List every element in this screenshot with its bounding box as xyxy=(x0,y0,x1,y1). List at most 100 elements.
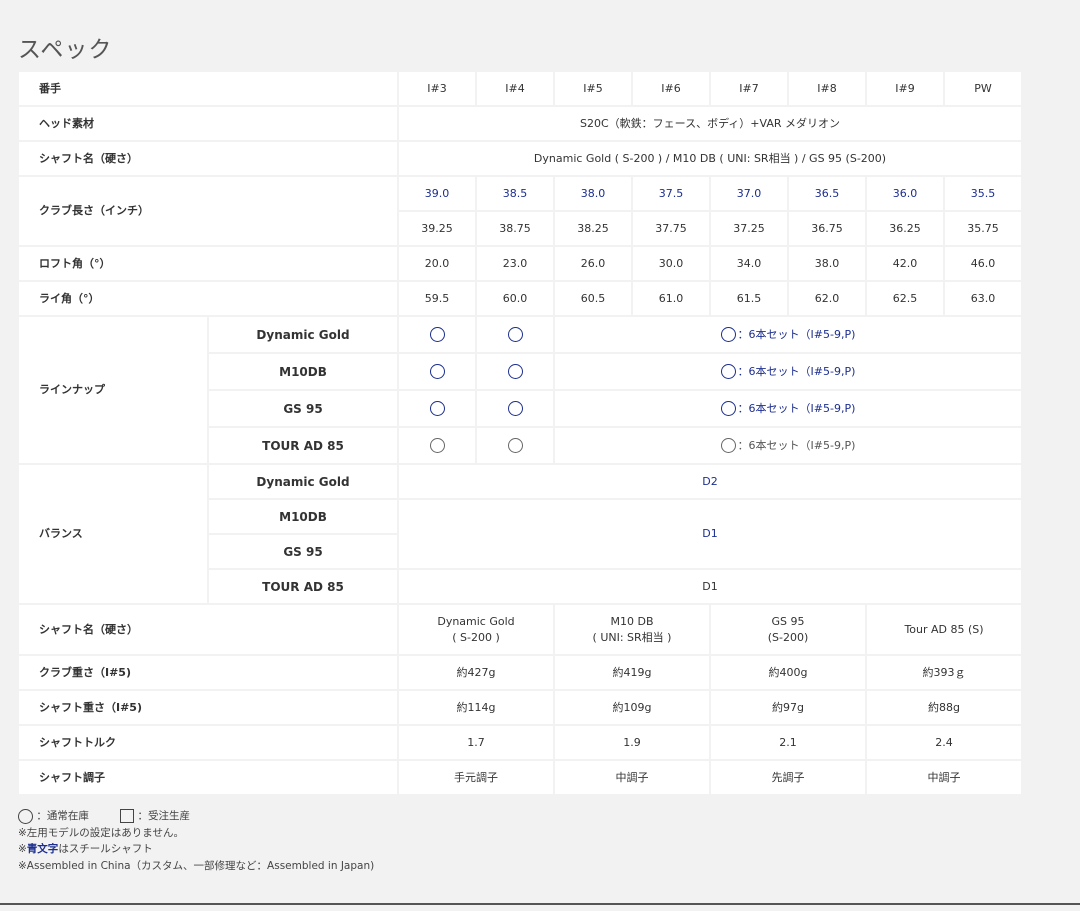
stock-cell xyxy=(399,391,475,426)
shaft-spec-name-label: シャフト名（硬さ） xyxy=(19,605,397,654)
torque-cell: 1.7 xyxy=(399,726,553,759)
stock-circle-icon xyxy=(429,401,445,416)
stock-circle-icon xyxy=(720,364,736,379)
length-steel-cell: 36.5 xyxy=(789,177,865,210)
set-cell: ：6本セット（I#5-9,P) xyxy=(555,428,1021,463)
legend-note: ※Assembled in China（カスタム、一部修理など：Assemble… xyxy=(18,859,375,872)
stock-cell xyxy=(477,391,553,426)
row-shaft-name-top: シャフト名（硬さ） Dynamic Gold ( S-200 ) / M10 D… xyxy=(19,142,1021,175)
shaft-name-line: GS 95 xyxy=(771,614,805,628)
torque-label: シャフトトルク xyxy=(19,726,397,759)
number-cell: I#8 xyxy=(789,72,865,105)
balance-value: D1 xyxy=(399,500,1021,568)
balance-value: D1 xyxy=(399,570,1021,603)
stock-circle-icon xyxy=(18,808,33,824)
divider xyxy=(0,903,1080,905)
row-torque: シャフトトルク 1.7 1.9 2.1 2.4 xyxy=(19,726,1021,759)
length-carbon-cell: 35.75 xyxy=(945,212,1021,245)
set-text: ：6本セット（I#5-9,P) xyxy=(737,438,856,452)
row-shaft-names: シャフト名（硬さ） Dynamic Gold ( S-200 ) M10 DB ( … xyxy=(19,605,1021,654)
stock-circle-icon xyxy=(720,438,736,453)
loft-label: ロフト角（°） xyxy=(19,247,397,280)
loft-cell: 42.0 xyxy=(867,247,943,280)
length-carbon-cell: 37.75 xyxy=(633,212,709,245)
loft-cell: 20.0 xyxy=(399,247,475,280)
legend: ：通常在庫 ：受注生産 ※左用モデルの設定はありません。 ※青文字はスチールシャ… xyxy=(18,808,374,874)
balance-label: バランス xyxy=(19,465,207,603)
row-balance-dg: バランス Dynamic Gold D2 xyxy=(19,465,1021,603)
lineup-shaft-name: TOUR AD 85 xyxy=(209,428,397,463)
length-carbon-cell: 37.25 xyxy=(711,212,787,245)
shaft-flex-line: ( S-200 ) xyxy=(452,630,500,644)
row-number: 番手 I#3 I#4 I#5 I#6 I#7 I#8 I#9 PW xyxy=(19,72,1021,105)
stock-cell xyxy=(399,317,475,352)
shaft-name-cell: GS 95 (S-200) xyxy=(711,605,865,654)
length-steel-cell: 39.0 xyxy=(399,177,475,210)
loft-cell: 26.0 xyxy=(555,247,631,280)
shaft-name-cell: Dynamic Gold ( S-200 ) xyxy=(399,605,553,654)
stock-cell xyxy=(399,428,475,463)
length-carbon-cell: 36.25 xyxy=(867,212,943,245)
lineup-shaft-name: M10DB xyxy=(209,354,397,389)
row-club-weight: クラブ重さ（I#5) 約427g 約419g 約400g 約393ｇ xyxy=(19,656,1021,689)
number-cell: I#7 xyxy=(711,72,787,105)
torque-cell: 2.1 xyxy=(711,726,865,759)
lie-label: ライ角（°） xyxy=(19,282,397,315)
shaft-name-cell: M10 DB ( UNI: SR相当 ) xyxy=(555,605,709,654)
kick-point-cell: 先調子 xyxy=(711,761,865,794)
note-prefix: ※ xyxy=(18,843,27,856)
lie-cell: 62.5 xyxy=(867,282,943,315)
shaft-name-label: シャフト名（硬さ） xyxy=(19,142,397,175)
stock-cell xyxy=(477,354,553,389)
club-weight-cell: 約393ｇ xyxy=(867,656,1021,689)
balance-shaft-name: GS 95 xyxy=(209,535,397,568)
stock-circle-icon xyxy=(429,364,445,379)
club-weight-cell: 約427g xyxy=(399,656,553,689)
lineup-label: ラインナップ xyxy=(19,317,207,463)
set-cell: ：6本セット（I#5-9,P) xyxy=(555,317,1021,352)
kick-point-cell: 中調子 xyxy=(867,761,1021,794)
legend-circle-text: ：通常在庫 xyxy=(36,810,89,822)
club-weight-cell: 約400g xyxy=(711,656,865,689)
kick-point-label: シャフト調子 xyxy=(19,761,397,794)
loft-cell: 34.0 xyxy=(711,247,787,280)
loft-cell: 30.0 xyxy=(633,247,709,280)
stock-circle-icon xyxy=(720,327,736,342)
lie-cell: 63.0 xyxy=(945,282,1021,315)
length-steel-cell: 38.0 xyxy=(555,177,631,210)
stock-cell xyxy=(399,354,475,389)
set-text: ：6本セット（I#5-9,P) xyxy=(737,401,856,415)
set-cell: ：6本セット（I#5-9,P) xyxy=(555,391,1021,426)
row-head-material: ヘッド素材 S20C（軟鉄：フェース、ボディ）+VAR メダリオン xyxy=(19,107,1021,140)
number-label: 番手 xyxy=(19,72,397,105)
set-cell: ：6本セット（I#5-9,P) xyxy=(555,354,1021,389)
stock-cell xyxy=(477,317,553,352)
set-text: ：6本セット（I#5-9,P) xyxy=(737,364,856,378)
lie-cell: 62.0 xyxy=(789,282,865,315)
lie-cell: 61.5 xyxy=(711,282,787,315)
row-club-length-steel: クラブ長さ（インチ） 39.0 38.5 38.0 37.5 37.0 36.5… xyxy=(19,177,1021,245)
length-steel-cell: 38.5 xyxy=(477,177,553,210)
lie-cell: 60.0 xyxy=(477,282,553,315)
balance-value: D2 xyxy=(399,465,1021,498)
number-cell: I#6 xyxy=(633,72,709,105)
shaft-name-line: Tour AD 85 (S) xyxy=(904,622,984,636)
row-lineup-dg: ラインナップ Dynamic Gold ：6本セット（I#5-9,P) xyxy=(19,317,1021,463)
note-blue-text: 青文字 xyxy=(26,843,59,856)
torque-cell: 2.4 xyxy=(867,726,1021,759)
torque-cell: 1.9 xyxy=(555,726,709,759)
set-text: ：6本セット（I#5-9,P) xyxy=(737,327,856,341)
club-weight-cell: 約419g xyxy=(555,656,709,689)
number-cell: PW xyxy=(945,72,1021,105)
lineup-shaft-name: GS 95 xyxy=(209,391,397,426)
kick-point-cell: 中調子 xyxy=(555,761,709,794)
stock-cell xyxy=(477,428,553,463)
length-carbon-cell: 36.75 xyxy=(789,212,865,245)
number-cell: I#9 xyxy=(867,72,943,105)
shaft-weight-cell: 約109g xyxy=(555,691,709,724)
balance-shaft-name: M10DB xyxy=(209,500,397,533)
number-cell: I#5 xyxy=(555,72,631,105)
balance-shaft-name: TOUR AD 85 xyxy=(209,570,397,603)
stock-circle-icon xyxy=(507,438,523,453)
length-steel-cell: 36.0 xyxy=(867,177,943,210)
